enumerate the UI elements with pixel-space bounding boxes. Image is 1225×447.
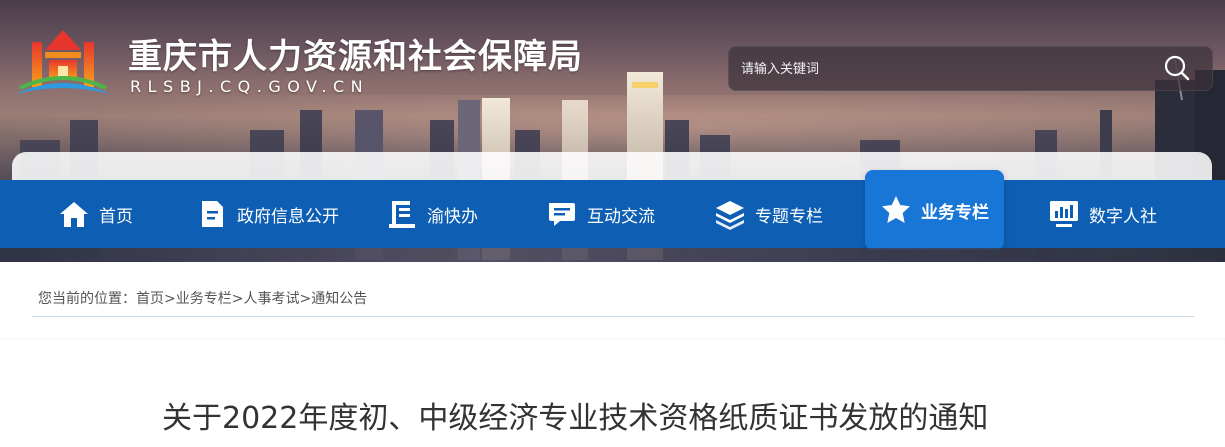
site-domain: RLSBJ.CQ.GOV.CN [130, 77, 370, 96]
nav-item-label: 专题专栏 [755, 206, 823, 227]
breadcrumb-separator: > [299, 291, 312, 307]
site-title: 重庆市人力资源和社会保障局 [128, 37, 583, 77]
government-emblem-logo[interactable] [12, 22, 114, 102]
breadcrumb: 您当前的位置：首页>业务专栏>人事考试>通知公告 [38, 288, 367, 308]
breadcrumb-separator: > [164, 291, 176, 307]
nav-item-label: 业务专栏 [921, 202, 989, 223]
monitor-icon [1050, 201, 1078, 227]
layers-icon [716, 201, 744, 230]
nav-item-label: 渝快办 [427, 206, 478, 227]
nav-item-special-topics[interactable]: 专题专栏 [714, 180, 823, 248]
nav-item-label: 互动交流 [587, 206, 655, 227]
nav-item-home[interactable]: 首页 [58, 180, 133, 248]
nav-item-label: 数字人社 [1089, 206, 1157, 227]
chat-icon [549, 203, 575, 226]
search-input[interactable] [741, 57, 1141, 81]
breadcrumb-divider [32, 316, 1194, 317]
breadcrumb-link-notices[interactable]: 通知公告 [311, 291, 367, 307]
breadcrumb-prefix: 您当前的位置： [38, 291, 136, 307]
nav-item-yukuaiban[interactable]: 渝快办 [386, 180, 478, 248]
search-icon[interactable] [1162, 53, 1192, 83]
nav-item-digital-hr[interactable]: 数字人社 [1048, 180, 1157, 248]
home-icon [60, 202, 88, 227]
nav-item-label: 政府信息公开 [237, 206, 339, 227]
star-icon [882, 196, 910, 223]
nav-item-business[interactable]: 业务专栏 [865, 170, 1004, 250]
nav-item-interaction[interactable]: 互动交流 [546, 180, 655, 248]
banner-bottom-strip [0, 248, 1225, 262]
breadcrumb-separator: > [231, 291, 244, 307]
nav-item-label: 首页 [99, 206, 133, 227]
document-icon [202, 201, 223, 227]
search-box [728, 46, 1213, 91]
article-title: 关于2022年度初、中级经济专业技术资格纸质证书发放的通知 [162, 401, 989, 436]
breadcrumb-link-home[interactable]: 首页 [136, 291, 164, 307]
breadcrumb-link-exam[interactable]: 人事考试 [243, 291, 299, 307]
breadcrumb-link-business[interactable]: 业务专栏 [176, 291, 232, 307]
service-icon [389, 201, 415, 228]
nav-item-gov-info[interactable]: 政府信息公开 [196, 180, 339, 248]
